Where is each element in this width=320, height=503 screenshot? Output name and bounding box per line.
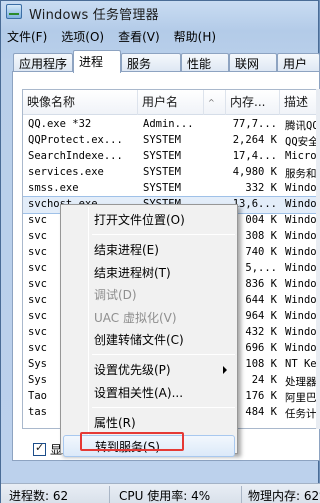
- title-bar[interactable]: Windows 任务管理器: [1, 1, 320, 23]
- cell-image-name: QQ.exe *32: [28, 118, 92, 130]
- table-row[interactable]: QQ.exe *32 Admin... 77,7... 腾讯QQ: [23, 117, 319, 133]
- status-cpu-usage: CPU 使用率: 4%: [119, 489, 211, 503]
- column-user-name[interactable]: 用户名: [138, 90, 204, 115]
- show-all-checkbox[interactable]: [33, 441, 46, 456]
- menu-item-end-process-tree[interactable]: 结束进程树(T): [63, 262, 235, 284]
- menu-item-create-dump-file[interactable]: 创建转储文件(C): [63, 329, 235, 351]
- tab-processes[interactable]: 进程: [73, 50, 121, 73]
- column-image-name[interactable]: 映像名称: [23, 90, 138, 115]
- cell-description: Window: [285, 246, 320, 258]
- tab-users[interactable]: 用户: [277, 53, 320, 72]
- status-divider: [241, 486, 242, 503]
- tab-networking[interactable]: 联网: [229, 53, 277, 72]
- cell-image-name: SearchIndexe...: [28, 150, 123, 162]
- menu-separator: [92, 354, 235, 356]
- cell-description: Window: [285, 310, 320, 322]
- table-row[interactable]: smss.exe SYSTEM 332 K Window: [23, 181, 320, 197]
- task-manager-window: Windows 任务管理器 文件(F) 选项(O) 查看(V) 帮助(H) 应用…: [0, 0, 320, 503]
- status-physical-memory: 物理内存: 62%: [248, 489, 320, 503]
- process-context-menu: 打开文件位置(O) 结束进程(E) 结束进程树(T) 调试(D) UAC 虚拟化(V) 创…: [60, 204, 238, 457]
- window-title: Windows 任务管理器: [29, 8, 159, 23]
- cell-description: Window: [285, 326, 320, 338]
- menu-separator: [92, 234, 235, 236]
- column-memory[interactable]: 内存...: [226, 90, 280, 115]
- cell-description: Window: [285, 214, 320, 226]
- menu-view[interactable]: 查看(V): [118, 28, 160, 45]
- menu-options[interactable]: 选项(O): [61, 28, 104, 45]
- cell-description: Window: [285, 262, 320, 274]
- cell-image-name: smss.exe: [28, 182, 79, 194]
- cell-description: 处理器: [285, 376, 317, 388]
- cell-description: Micros: [285, 150, 320, 162]
- cell-description: Window: [285, 342, 320, 354]
- cell-image-name: QQProtect.ex...: [28, 134, 123, 146]
- cell-description: Window: [285, 230, 320, 242]
- cell-description: QQ安全: [285, 136, 319, 148]
- cell-user-name: SYSTEM: [143, 166, 181, 178]
- cell-memory: 77,7...: [232, 118, 277, 130]
- cell-user-name: SYSTEM: [143, 182, 181, 194]
- menu-item-set-priority[interactable]: 设置优先级(P): [63, 359, 235, 381]
- cell-memory: 17,4...: [232, 150, 277, 162]
- show-all-users-option[interactable]: 显: [33, 441, 62, 458]
- cell-description: Window: [285, 294, 320, 306]
- cell-memory: 2,264 K: [232, 134, 277, 146]
- column-sort-indicator[interactable]: ^: [204, 90, 226, 115]
- menu-item-debug: 调试(D): [94, 288, 137, 303]
- cell-description: Window: [285, 198, 320, 210]
- status-bar: 进程数: 62 CPU 使用率: 4% 物理内存: 62%: [1, 483, 320, 503]
- menu-item-properties[interactable]: 属性(R): [63, 412, 235, 434]
- menu-item-open-file-location[interactable]: 打开文件位置(O): [63, 209, 235, 231]
- menu-separator: [92, 407, 235, 409]
- menu-file[interactable]: 文件(F): [7, 28, 47, 45]
- process-list-header: 映像名称 用户名 ^ 内存... 描述: [23, 90, 319, 115]
- cell-description: NT Ker: [285, 358, 320, 370]
- cell-description: 任务计: [285, 408, 317, 420]
- cell-description: 服务和: [285, 168, 317, 180]
- cell-memory: 4,980 K: [232, 166, 277, 178]
- tab-applications[interactable]: 应用程序: [13, 53, 73, 72]
- cell-image-name: services.exe: [28, 166, 104, 178]
- menu-item-go-to-services[interactable]: 转到服务(S): [63, 434, 235, 457]
- table-row[interactable]: services.exe SYSTEM 4,980 K 服务和: [23, 165, 319, 181]
- menu-bar: 文件(F) 选项(O) 查看(V) 帮助(H): [1, 25, 320, 47]
- submenu-arrow-icon: [223, 366, 227, 375]
- menu-item-uac-virtualization: UAC 虚拟化(V): [94, 310, 177, 325]
- vertical-scrollbar[interactable]: [316, 89, 320, 429]
- menu-help[interactable]: 帮助(H): [174, 28, 216, 45]
- menu-item-set-affinity[interactable]: 设置相关性(A)...: [63, 382, 235, 404]
- cell-description: 腾讯QQ: [285, 120, 319, 132]
- tab-performance[interactable]: 性能: [181, 53, 229, 72]
- tab-services[interactable]: 服务: [121, 53, 181, 72]
- status-process-count: 进程数: 62: [9, 489, 69, 503]
- cell-memory: 332 K: [245, 182, 277, 194]
- cell-description: Window: [285, 278, 320, 290]
- cell-user-name: Admin...: [143, 118, 194, 130]
- column-description[interactable]: 描述: [280, 90, 319, 115]
- tab-strip: 应用程序 进程 服务 性能 联网 用户: [13, 50, 320, 73]
- cell-user-name: SYSTEM: [143, 134, 181, 146]
- cell-user-name: SYSTEM: [143, 150, 181, 162]
- status-divider: [109, 486, 110, 503]
- table-row[interactable]: QQProtect.ex... SYSTEM 2,264 K QQ安全: [23, 133, 319, 149]
- cell-description: 阿里巴: [285, 392, 317, 404]
- task-manager-app-icon: [6, 4, 22, 19]
- menu-item-end-process[interactable]: 结束进程(E): [63, 239, 235, 261]
- cell-description: Window: [285, 182, 320, 194]
- table-row[interactable]: SearchIndexe... SYSTEM 17,4... Micros: [23, 149, 320, 165]
